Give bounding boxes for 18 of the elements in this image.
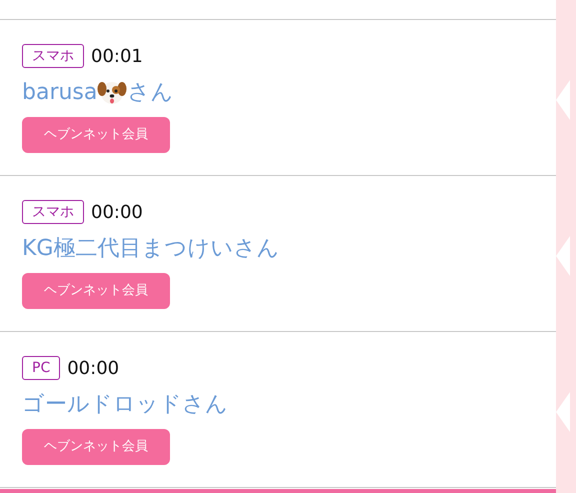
time-text: 00:00 [67,356,120,380]
member-button[interactable]: ヘブンネット会員 [22,429,170,465]
honorific-text: さん [233,234,280,262]
time-text: 00:00 [91,200,143,224]
device-tag: PC [22,356,60,380]
honorific-text: さん [182,390,228,418]
device-tag: スマホ [22,200,84,224]
user-name[interactable]: ゴールドロッド [22,388,182,420]
notch-icon [556,392,570,432]
time-text: 00:01 [91,44,143,68]
user-name[interactable]: KG極二代目まつけい [22,232,234,264]
device-tag: スマホ [22,44,84,68]
member-button[interactable]: ヘブンネット会員 [22,273,170,309]
notch-icon [556,236,570,276]
honorific-text: さん [127,78,174,106]
member-button[interactable]: ヘブンネット会員 [22,117,170,153]
user-name[interactable]: barusa [22,76,98,108]
notch-icon [556,80,570,120]
